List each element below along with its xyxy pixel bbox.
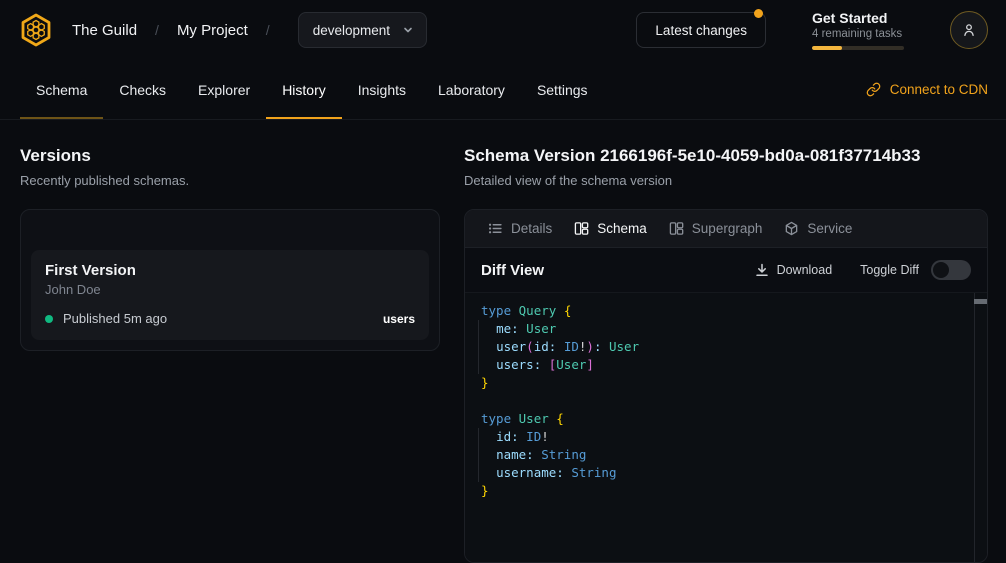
nav-tab-checks[interactable]: Checks: [103, 60, 182, 119]
code-line: username: String: [481, 464, 971, 482]
nav-tab-history[interactable]: History: [266, 60, 342, 119]
code-line: user(id: ID!): User: [481, 338, 971, 356]
columns-icon: [669, 221, 684, 236]
download-label: Download: [777, 263, 833, 277]
version-detail-card: Details Schema Supergraph Service Diff View…: [464, 209, 988, 563]
primary-nav: SchemaChecksExplorerHistoryInsightsLabor…: [0, 60, 1006, 120]
get-started-widget[interactable]: Get Started 4 remaining tasks: [812, 10, 904, 50]
detail-tab-label: Details: [511, 221, 552, 236]
indent-guide: [478, 428, 479, 482]
user-icon: [961, 22, 977, 38]
nav-tab-explorer[interactable]: Explorer: [182, 60, 266, 119]
nav-tab-schema[interactable]: Schema: [20, 60, 103, 119]
chevron-down-icon: [402, 24, 414, 36]
versions-panel: Versions Recently published schemas. Fir…: [0, 120, 464, 563]
toggle-diff-switch[interactable]: [931, 260, 971, 280]
list-icon: [488, 221, 503, 236]
versions-title: Versions: [20, 146, 440, 166]
latest-changes-button[interactable]: Latest changes: [636, 12, 766, 48]
connect-to-cdn-link[interactable]: Connect to CDN: [866, 60, 988, 119]
download-icon: [755, 263, 769, 277]
environment-dropdown[interactable]: development: [298, 12, 427, 48]
version-detail-title: Schema Version 2166196f-5e10-4059-bd0a-0…: [464, 146, 988, 166]
code-line: me: User: [481, 320, 971, 338]
nav-tab-insights[interactable]: Insights: [342, 60, 422, 119]
code-line: }: [481, 374, 971, 392]
version-service-badge: users: [383, 312, 415, 326]
detail-tab-label: Supergraph: [692, 221, 763, 236]
notification-dot: [754, 9, 763, 18]
version-detail-panel: Schema Version 2166196f-5e10-4059-bd0a-0…: [464, 120, 1006, 563]
version-name: First Version: [45, 262, 415, 279]
breadcrumb-separator: /: [155, 22, 159, 38]
code-line: name: String: [481, 446, 971, 464]
breadcrumb: The Guild / My Project / development: [18, 12, 427, 48]
code-line: type Query {: [481, 302, 971, 320]
get-started-subtitle: 4 remaining tasks: [812, 28, 904, 40]
diff-view-title: Diff View: [481, 262, 544, 279]
version-detail-subtitle: Detailed view of the schema version: [464, 173, 988, 188]
versions-card: First Version John Doe Published 5m ago …: [20, 209, 440, 351]
connect-to-cdn-label: Connect to CDN: [890, 82, 988, 97]
main-content: Versions Recently published schemas. Fir…: [0, 120, 1006, 563]
indent-guide: [478, 320, 479, 374]
detail-tab-details[interactable]: Details: [477, 210, 563, 247]
get-started-progress-fill: [812, 46, 842, 50]
get-started-title: Get Started: [812, 10, 904, 26]
detail-tab-label: Service: [807, 221, 852, 236]
get-started-progressbar: [812, 46, 904, 50]
user-avatar-button[interactable]: [950, 11, 988, 49]
code-line: }: [481, 482, 971, 500]
breadcrumb-separator: /: [266, 22, 270, 38]
link-icon: [866, 82, 881, 97]
app-header: The Guild / My Project / development Lat…: [0, 0, 1006, 60]
detail-tab-schema[interactable]: Schema: [563, 210, 658, 247]
published-status-dot: [45, 315, 53, 323]
detail-tab-service[interactable]: Service: [773, 210, 863, 247]
cube-icon: [784, 221, 799, 236]
breadcrumb-project[interactable]: My Project: [177, 22, 248, 39]
hive-logo-icon[interactable]: [18, 12, 54, 48]
nav-tab-laboratory[interactable]: Laboratory: [422, 60, 521, 119]
version-author: John Doe: [45, 282, 415, 297]
versions-subtitle: Recently published schemas.: [20, 173, 440, 188]
scrollbar-thumb[interactable]: [974, 299, 987, 304]
version-status: Published 5m ago: [63, 311, 167, 326]
version-list-item[interactable]: First Version John Doe Published 5m ago …: [31, 250, 429, 340]
download-button[interactable]: Download: [755, 263, 833, 277]
toggle-diff-knob: [933, 262, 949, 278]
code-line: [481, 392, 971, 410]
schema-code-viewer[interactable]: type Query { me: User user(id: ID!): Use…: [465, 293, 987, 562]
nav-tabs: SchemaChecksExplorerHistoryInsightsLabor…: [20, 60, 604, 119]
code-line: id: ID!: [481, 428, 971, 446]
detail-tab-label: Schema: [597, 221, 647, 236]
diff-header: Diff View Download Toggle Diff: [465, 248, 987, 293]
breadcrumb-org[interactable]: The Guild: [72, 22, 137, 39]
nav-tab-settings[interactable]: Settings: [521, 60, 604, 119]
environment-dropdown-value: development: [313, 23, 390, 38]
detail-tab-supergraph[interactable]: Supergraph: [658, 210, 774, 247]
toggle-diff-label: Toggle Diff: [860, 263, 919, 277]
latest-changes-label: Latest changes: [655, 23, 747, 38]
code-line: type User {: [481, 410, 971, 428]
detail-tab-strip: Details Schema Supergraph Service: [465, 210, 987, 248]
scrollbar-track[interactable]: [974, 293, 987, 562]
code-line: users: [User]: [481, 356, 971, 374]
columns-icon: [574, 221, 589, 236]
